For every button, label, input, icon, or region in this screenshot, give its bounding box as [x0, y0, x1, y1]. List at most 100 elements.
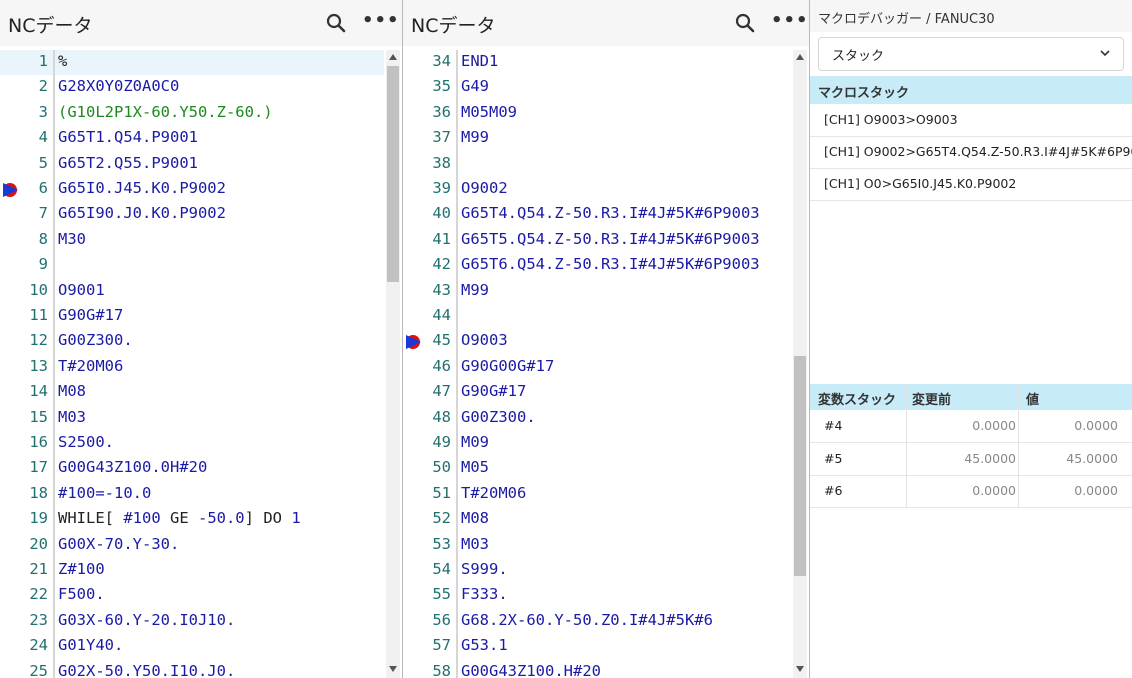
- code-text[interactable]: M09: [461, 433, 489, 451]
- code-text[interactable]: G28X0Y0Z0A0C0: [58, 77, 179, 95]
- code-text[interactable]: G65T6.Q54.Z-50.R3.I#4J#5K#6P9003: [461, 255, 760, 273]
- macro-stack-row[interactable]: [CH1] O9003>O9003: [810, 104, 1132, 137]
- code-line[interactable]: 15 M03: [0, 405, 384, 431]
- variable-row[interactable]: #5 45.0000 45.0000: [810, 443, 1132, 476]
- code-text[interactable]: S999.: [461, 560, 508, 578]
- code-line[interactable]: 5 G65T2.Q55.P9001: [0, 151, 384, 177]
- code-line[interactable]: 16 S2500.: [0, 431, 384, 457]
- code-line[interactable]: 21 Z#100: [0, 558, 384, 584]
- code-line[interactable]: 46 G90G00G#17: [403, 354, 791, 381]
- code-line[interactable]: 17 G00G43Z100.0H#20: [0, 456, 384, 482]
- code-line[interactable]: 48 G00Z300.: [403, 405, 791, 431]
- code-line[interactable]: 49 M09: [403, 431, 791, 457]
- code-line[interactable]: 39 O9002: [403, 177, 791, 203]
- code-text[interactable]: M30: [58, 230, 86, 248]
- code-text[interactable]: G65T5.Q54.Z-50.R3.I#4J#5K#6P9003: [461, 230, 760, 248]
- code-line[interactable]: 34 END1: [403, 50, 791, 76]
- code-text[interactable]: T#20M06: [58, 357, 123, 375]
- code-text[interactable]: #100=-10.0: [58, 484, 151, 502]
- code-text[interactable]: G00Z300.: [461, 408, 536, 426]
- code-line[interactable]: 25 G02X-50.Y50.I10.J0.: [0, 659, 384, 678]
- code-text[interactable]: WHILE[ #100 GE -50.0] DO 1: [58, 509, 301, 527]
- code-line[interactable]: 37 M99: [403, 126, 791, 152]
- code-line[interactable]: 57 G53.1: [403, 634, 791, 660]
- code-line[interactable]: 23 G03X-60.Y-20.I0J10.: [0, 608, 384, 635]
- code-line[interactable]: 22 F500.: [0, 583, 384, 609]
- code-text[interactable]: G90G00G#17: [461, 357, 554, 375]
- code-text[interactable]: G49: [461, 77, 489, 95]
- macro-stack-row[interactable]: [CH1] O9002>G65T4.Q54.Z-50.R3.I#4J#5K#6P…: [810, 136, 1132, 169]
- code-text[interactable]: %: [58, 52, 67, 70]
- code-text[interactable]: G68.2X-60.Y-50.Z0.I#4J#5K#6: [461, 611, 713, 629]
- view-select[interactable]: スタック: [818, 37, 1124, 71]
- code-text[interactable]: S2500.: [58, 433, 114, 451]
- code-area[interactable]: 1% 2 G28X0Y0Z0A0C0 3 (G10L2P1X-60.Y50.Z-60.)…: [0, 50, 384, 678]
- code-text[interactable]: G65T2.Q55.P9001: [58, 154, 198, 172]
- code-line[interactable]: 36 M05M09: [403, 100, 791, 127]
- code-line[interactable]: 54 S999.: [403, 558, 791, 584]
- code-line[interactable]: 2 G28X0Y0Z0A0C0: [0, 75, 384, 101]
- code-text[interactable]: M03: [58, 408, 86, 426]
- search-icon[interactable]: [326, 13, 346, 33]
- code-text[interactable]: G90G#17: [58, 306, 123, 324]
- code-text[interactable]: G03X-60.Y-20.I0J10.: [58, 611, 235, 629]
- more-icon[interactable]: •••: [362, 10, 400, 31]
- variable-row[interactable]: #4 0.0000 0.0000: [810, 410, 1132, 443]
- code-line[interactable]: 52 M08: [403, 507, 791, 533]
- code-text[interactable]: M05M09: [461, 103, 517, 121]
- code-text[interactable]: M08: [58, 382, 86, 400]
- code-line[interactable]: 53 M03: [403, 532, 791, 558]
- code-text[interactable]: O9001: [58, 281, 105, 299]
- code-line[interactable]: 38: [403, 151, 791, 177]
- code-text[interactable]: G02X-50.Y50.I10.J0.: [58, 662, 235, 678]
- code-line[interactable]: 13 T#20M06: [0, 354, 384, 381]
- code-text[interactable]: G53.1: [461, 636, 508, 654]
- scrollbar[interactable]: [386, 50, 400, 678]
- code-line[interactable]: 9: [0, 253, 384, 279]
- code-line[interactable]: 51 T#20M06: [403, 481, 791, 508]
- code-text[interactable]: G65I0.J45.K0.P9002: [58, 179, 226, 197]
- code-line[interactable]: 40 G65T4.Q54.Z-50.R3.I#4J#5K#6P9003: [403, 202, 791, 228]
- code-line[interactable]: 55 F333.: [403, 583, 791, 609]
- code-text[interactable]: O9002: [461, 179, 508, 197]
- code-line[interactable]: 7 G65I90.J0.K0.P9002: [0, 202, 384, 228]
- code-line[interactable]: 1%: [0, 50, 384, 76]
- scroll-up-icon[interactable]: [796, 54, 804, 60]
- code-text[interactable]: G65T1.Q54.P9001: [58, 128, 198, 146]
- code-text[interactable]: F333.: [461, 585, 508, 603]
- code-line[interactable]: 44: [403, 304, 791, 330]
- code-line[interactable]: 14 M08: [0, 380, 384, 406]
- code-text[interactable]: G00X-70.Y-30.: [58, 535, 179, 553]
- code-line[interactable]: 6 G65I0.J45.K0.P9002: [0, 177, 384, 203]
- code-line[interactable]: 18 #100=-10.0: [0, 481, 384, 508]
- code-text[interactable]: G65I90.J0.K0.P9002: [58, 204, 226, 222]
- code-line[interactable]: 20 G00X-70.Y-30.: [0, 532, 384, 558]
- code-line[interactable]: 47 G90G#17: [403, 380, 791, 406]
- code-text[interactable]: T#20M06: [461, 484, 526, 502]
- code-line[interactable]: 4 G65T1.Q54.P9001: [0, 126, 384, 152]
- code-line[interactable]: 45 O9003: [403, 329, 791, 355]
- code-text[interactable]: M05: [461, 458, 489, 476]
- variable-row[interactable]: #6 0.0000 0.0000: [810, 475, 1132, 508]
- code-line[interactable]: 8 M30: [0, 227, 384, 254]
- code-text[interactable]: Z#100: [58, 560, 105, 578]
- code-line[interactable]: 24 G01Y40.: [0, 634, 384, 660]
- code-area[interactable]: 34 END1 35 G49 36 M05M09 37 M99 38 39 O9002 40 G65T4…: [403, 50, 791, 678]
- macro-stack-row[interactable]: [CH1] O0>G65I0.J45.K0.P9002: [810, 168, 1132, 201]
- code-line[interactable]: 10 O9001: [0, 278, 384, 304]
- code-text[interactable]: O9003: [461, 331, 508, 349]
- code-line[interactable]: 43 M99: [403, 278, 791, 304]
- code-line[interactable]: 50 M05: [403, 456, 791, 482]
- scrollbar[interactable]: [793, 50, 807, 678]
- code-text[interactable]: M99: [461, 128, 489, 146]
- code-line[interactable]: 3 (G10L2P1X-60.Y50.Z-60.): [0, 100, 384, 127]
- code-text[interactable]: (G10L2P1X-60.Y50.Z-60.): [58, 103, 273, 121]
- code-text[interactable]: G65T4.Q54.Z-50.R3.I#4J#5K#6P9003: [461, 204, 760, 222]
- code-text[interactable]: M08: [461, 509, 489, 527]
- code-text[interactable]: G00G43Z100.0H#20: [58, 458, 207, 476]
- code-text[interactable]: G01Y40.: [58, 636, 123, 654]
- scroll-down-icon[interactable]: [389, 666, 397, 672]
- search-icon[interactable]: [735, 13, 755, 33]
- scroll-up-icon[interactable]: [389, 54, 397, 60]
- code-line[interactable]: 12 G00Z300.: [0, 329, 384, 355]
